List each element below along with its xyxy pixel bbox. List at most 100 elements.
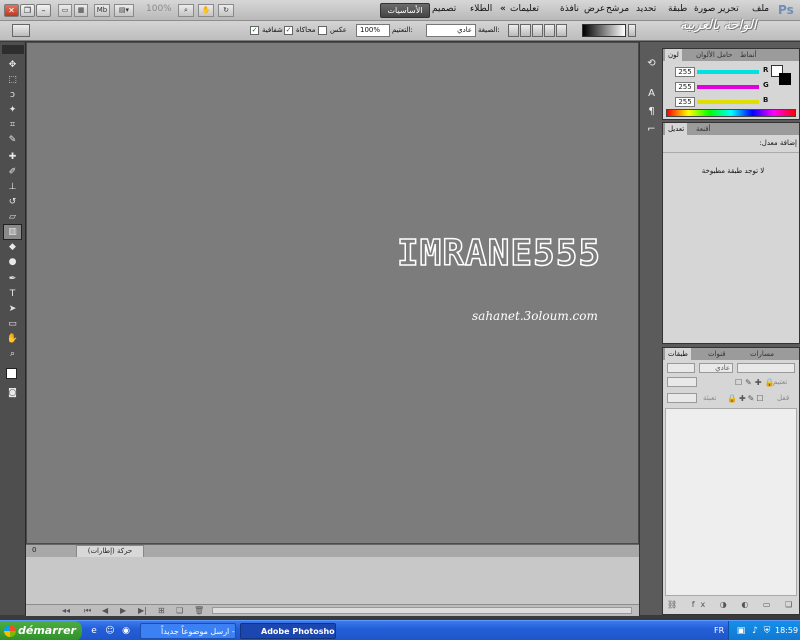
loop-options-icon[interactable]: ◂◂ (62, 606, 70, 615)
menu-filter[interactable]: مرشح (606, 4, 629, 14)
tab-swatches[interactable]: حامل الألوان (693, 49, 736, 61)
menu-file[interactable]: ملف (752, 4, 769, 14)
reverse-checkbox[interactable] (318, 26, 327, 35)
hand-tool-icon[interactable]: ✋ (4, 332, 21, 346)
security-icon[interactable]: ⛨ (761, 625, 773, 637)
restore-window-button[interactable]: ❐ (20, 4, 35, 17)
workspace-essentials-button[interactable]: الأساسيات (380, 3, 430, 18)
clone-source-icon[interactable]: ⌐ (644, 122, 659, 137)
menu-window[interactable]: نافذة (560, 4, 579, 14)
gradient-dropdown-icon[interactable] (628, 24, 636, 37)
gradient-picker[interactable] (582, 24, 626, 37)
eyedropper-tool-icon[interactable]: ✎ (4, 133, 21, 147)
firefox-icon[interactable]: ◉ (120, 625, 132, 637)
blue-slider[interactable] (697, 100, 759, 104)
tab-adjustments[interactable]: تعديل (665, 123, 688, 135)
history-panel-icon[interactable]: ⟲ (644, 56, 659, 71)
menu-design[interactable]: تصميم (432, 4, 456, 14)
character-panel-icon[interactable]: A (644, 86, 659, 101)
layer-opacity-value[interactable] (667, 377, 697, 387)
stamp-tool-icon[interactable]: ⊥ (4, 180, 21, 194)
tab-animation-frames[interactable]: حركة (إطارات) (76, 545, 144, 557)
close-window-button[interactable]: ✕ (4, 4, 19, 17)
paragraph-panel-icon[interactable]: ¶ (644, 104, 659, 119)
mb-icon[interactable]: Mb (94, 4, 110, 17)
tween-icon[interactable]: ⊞ (158, 606, 165, 615)
angle-gradient-button[interactable] (532, 24, 543, 37)
layers-footer-icons[interactable]: ⛓ fx ◑ ◐ ▭ ❏ 🗑 (667, 600, 800, 609)
linear-gradient-button[interactable] (556, 24, 567, 37)
tab-styles[interactable]: أنماط (737, 49, 760, 61)
zoom-icon[interactable]: ⌕ (178, 4, 194, 17)
task-photoshop[interactable]: Adobe Photoshop CS5 (240, 623, 336, 639)
arrange-icon[interactable]: ▦ (74, 4, 88, 17)
more-workspaces-icon[interactable]: « (500, 4, 506, 14)
crop-tool-icon[interactable]: ⌗ (4, 118, 21, 132)
ie-icon[interactable]: e (88, 625, 100, 637)
path-select-tool-icon[interactable]: ➤ (4, 302, 21, 316)
lock-icons[interactable]: ☐✎✚🔒 (735, 378, 778, 387)
menu-painting[interactable]: الطلاء (470, 4, 492, 14)
layers-list[interactable] (665, 408, 797, 596)
language-indicator[interactable]: FR (714, 626, 724, 635)
mode-select[interactable]: عادي (426, 24, 476, 37)
zoom-level[interactable]: 100% (146, 4, 172, 14)
marquee-tool-icon[interactable]: ⬚ (4, 73, 21, 87)
animation-scrollbar[interactable] (212, 607, 632, 614)
tab-paths[interactable]: مسارات (747, 348, 777, 360)
zoom-tool-icon[interactable]: ⌕ (4, 347, 21, 361)
menu-edit[interactable]: تحرير (718, 4, 739, 14)
previous-frame-icon[interactable]: ◀ (102, 606, 108, 615)
fill-field[interactable] (667, 393, 697, 403)
document-canvas[interactable]: IMRANE555 sahanet.3oloum.com (26, 42, 639, 544)
dither-checkbox[interactable]: ✓ (284, 26, 293, 35)
first-frame-icon[interactable]: ⏮ (84, 606, 91, 616)
dodge-tool-icon[interactable]: ● (4, 255, 21, 269)
rotate-icon[interactable]: ↻ (218, 4, 234, 17)
minimize-window-button[interactable]: – (36, 4, 51, 17)
blur-tool-icon[interactable]: ◆ (4, 240, 21, 254)
type-tool-icon[interactable]: T (4, 287, 21, 301)
transparency-checkbox[interactable]: ✓ (250, 26, 259, 35)
tab-channels[interactable]: قنوات (705, 348, 729, 360)
blend-mode-select[interactable]: عادي (699, 363, 733, 373)
tab-color[interactable]: لون (665, 49, 682, 61)
next-frame-icon[interactable]: ▶| (138, 606, 147, 615)
quick-select-tool-icon[interactable]: ✦ (4, 103, 21, 117)
play-icon[interactable]: ▶ (120, 606, 126, 615)
screen-mode-icon[interactable]: ▭ (58, 4, 72, 17)
pen-tool-icon[interactable]: ✒ (4, 272, 21, 286)
layer-filter-field[interactable] (737, 363, 795, 373)
reflected-gradient-button[interactable] (520, 24, 531, 37)
quick-mask-icon[interactable]: ◙ (4, 386, 21, 400)
delete-frame-icon[interactable]: 🗑 (194, 606, 204, 615)
messenger-icon[interactable]: ☺ (104, 625, 116, 637)
menu-select[interactable]: تحديد (636, 4, 656, 14)
red-slider[interactable] (697, 70, 759, 74)
red-value[interactable]: 255 (675, 67, 695, 77)
gradient-tool-icon[interactable]: ▥ (3, 224, 22, 240)
menu-image[interactable]: صورة (694, 4, 715, 14)
tab-masks[interactable]: أقنعة (693, 123, 714, 135)
green-slider[interactable] (697, 85, 759, 89)
healing-tool-icon[interactable]: ✚ (4, 150, 21, 164)
opacity-field[interactable]: 100% (356, 24, 390, 37)
foreground-color-swatch[interactable] (6, 368, 17, 379)
tool-preset-picker[interactable] (12, 24, 30, 37)
volume-icon[interactable]: ♪ (749, 625, 761, 637)
layer-lock-buttons[interactable]: 🔒✚✎☐ (727, 394, 766, 403)
menu-help[interactable]: تعليمات (510, 4, 539, 14)
menu-view[interactable]: عرض (584, 4, 605, 14)
lasso-tool-icon[interactable]: ↄ (4, 88, 21, 102)
eraser-tool-icon[interactable]: ▱ (4, 210, 21, 224)
brush-tool-icon[interactable]: ✐ (4, 165, 21, 179)
green-value[interactable]: 255 (675, 82, 695, 92)
diamond-gradient-button[interactable] (508, 24, 519, 37)
color-spectrum-bar[interactable] (666, 109, 796, 117)
task-firefox[interactable]: ارسل موضوعاً جديداً - ... (140, 623, 236, 639)
hand-icon[interactable]: ✋ (198, 4, 214, 17)
radial-gradient-button[interactable] (544, 24, 555, 37)
toolbox-header[interactable] (2, 45, 24, 54)
menu-layer[interactable]: طبقة (668, 4, 687, 14)
blue-value[interactable]: 255 (675, 97, 695, 107)
